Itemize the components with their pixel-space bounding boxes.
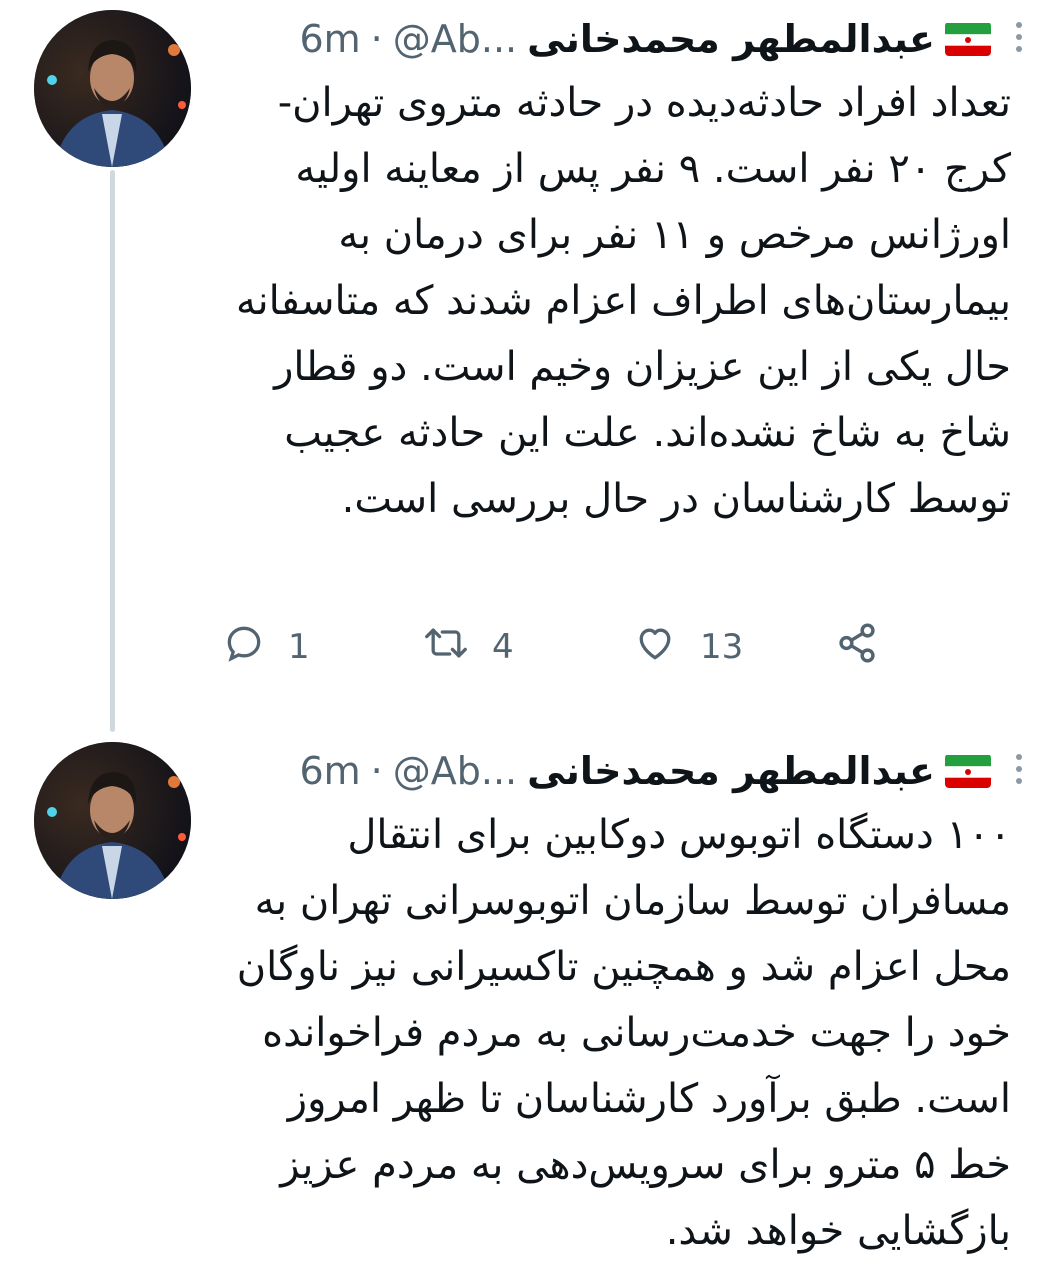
iran-flag-icon	[945, 754, 991, 788]
tweet-header: عبدالمطهر محمدخانی @Ab... · 6m	[299, 740, 991, 802]
iran-flag-icon	[945, 22, 991, 56]
reply-icon	[222, 621, 266, 674]
retweet-icon	[422, 621, 470, 674]
tweet-header: عبدالمطهر محمدخانی @Ab... · 6m	[299, 8, 991, 70]
tweet-actions: 1 4 13	[222, 612, 922, 682]
handle[interactable]: @Ab...	[393, 749, 517, 793]
retweet-count: 4	[492, 627, 514, 667]
separator: ·	[370, 17, 383, 61]
avatar[interactable]	[34, 742, 191, 899]
like-button[interactable]: 13	[632, 621, 743, 674]
share-button[interactable]	[834, 620, 880, 675]
tweet[interactable]: عبدالمطهر محمدخانی @Ab... · 6m تعداد افر…	[0, 0, 1043, 720]
more-vertical-icon[interactable]	[999, 744, 1039, 794]
timestamp[interactable]: 6m	[299, 749, 360, 793]
tweet[interactable]: عبدالمطهر محمدخانی @Ab... · 6m ۱۰۰ دستگا…	[0, 732, 1043, 1280]
reply-count: 1	[288, 627, 310, 667]
retweet-button[interactable]: 4	[422, 621, 514, 674]
share-icon	[834, 620, 880, 675]
separator: ·	[370, 749, 383, 793]
timestamp[interactable]: 6m	[299, 17, 360, 61]
tweet-text: ۱۰۰ دستگاه اتوبوس دوکابین برای انتقال مس…	[236, 812, 1011, 1254]
avatar[interactable]	[34, 10, 191, 167]
reply-button[interactable]: 1	[222, 621, 310, 674]
heart-icon	[632, 621, 678, 674]
like-count: 13	[700, 627, 744, 667]
handle[interactable]: @Ab...	[393, 17, 517, 61]
display-name[interactable]: عبدالمطهر محمدخانی	[527, 17, 935, 61]
display-name[interactable]: عبدالمطهر محمدخانی	[527, 749, 935, 793]
more-vertical-icon[interactable]	[999, 12, 1039, 62]
tweet-text: تعداد افراد حادثه‌دیده در حادثه متروی ته…	[236, 80, 1011, 522]
